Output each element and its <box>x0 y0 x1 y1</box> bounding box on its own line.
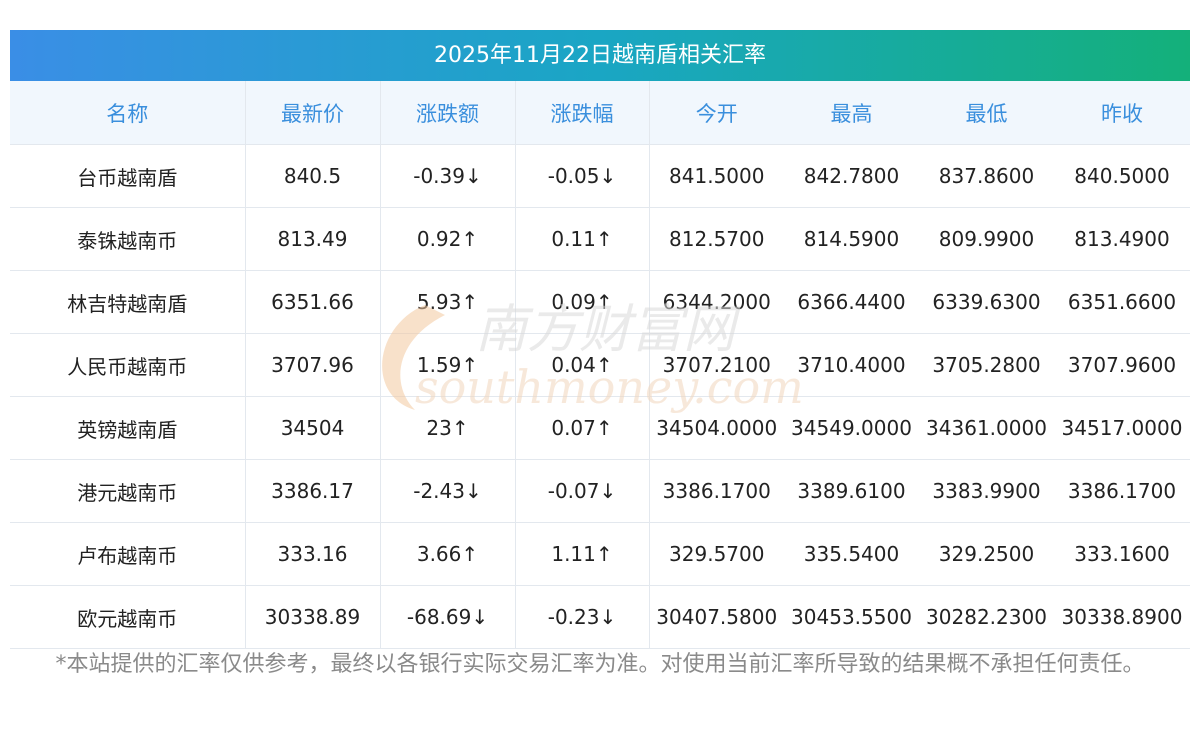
prev-cell: 3386.1700 <box>1054 459 1190 523</box>
prev-cell: 30338.8900 <box>1054 585 1190 649</box>
table-header-row: 名称 最新价 涨跌额 涨跌幅 今开 最高 最低 昨收 <box>10 81 1190 145</box>
header-pct: 涨跌幅 <box>515 81 650 145</box>
name: 人民币越南币 <box>10 333 246 397</box>
table-row: 港元越南币 3386.17 -2.43↓ -0.07↓ 3386.1700 3389.61… <box>10 459 1190 523</box>
open-cell: 30407.5800 <box>649 585 784 649</box>
pct-cell: -0.05↓ <box>515 144 650 208</box>
low-cell: 837.8600 <box>919 144 1054 208</box>
pct-cell: -0.07↓ <box>515 459 650 523</box>
pct-cell: 1.11↑ <box>515 522 650 586</box>
low-cell: 34361.0000 <box>919 396 1054 460</box>
latest-cell: 333.16 <box>245 522 381 586</box>
header-prev: 昨收 <box>1054 81 1190 145</box>
prev-cell: 333.1600 <box>1054 522 1190 586</box>
pct-cell: 0.04↑ <box>515 333 650 397</box>
name: 卢布越南币 <box>10 522 246 586</box>
change-cell: 23↑ <box>380 396 516 460</box>
low-cell: 329.2500 <box>919 522 1054 586</box>
change-cell: -2.43↓ <box>380 459 516 523</box>
low-cell: 3383.9900 <box>919 459 1054 523</box>
header-high: 最高 <box>784 81 919 145</box>
rate-table-card: 2025年11月22日越南盾相关汇率 名称 最新价 涨跌额 涨跌幅 今开 最高 … <box>10 30 1190 649</box>
change-cell: 3.66↑ <box>380 522 516 586</box>
high-cell: 34549.0000 <box>784 396 919 460</box>
change-cell: 0.92↑ <box>380 207 516 271</box>
open-cell: 6344.2000 <box>649 270 784 334</box>
header-name: 名称 <box>10 81 246 145</box>
high-cell: 30453.5500 <box>784 585 919 649</box>
high-cell: 842.7800 <box>784 144 919 208</box>
name: 欧元越南币 <box>10 585 246 649</box>
high-cell: 335.5400 <box>784 522 919 586</box>
exchange-rate-table: 名称 最新价 涨跌额 涨跌幅 今开 最高 最低 昨收 台币越南盾 840.5 -0.… <box>10 81 1190 649</box>
pct-cell: 0.07↑ <box>515 396 650 460</box>
latest-cell: 30338.89 <box>245 585 381 649</box>
prev-cell: 813.4900 <box>1054 207 1190 271</box>
latest-cell: 6351.66 <box>245 270 381 334</box>
table-row: 台币越南盾 840.5 -0.39↓ -0.05↓ 841.5000 842.7800 83… <box>10 144 1190 208</box>
name: 英镑越南盾 <box>10 396 246 460</box>
header-low: 最低 <box>919 81 1054 145</box>
prev-cell: 840.5000 <box>1054 144 1190 208</box>
open-cell: 3707.2100 <box>649 333 784 397</box>
high-cell: 814.5900 <box>784 207 919 271</box>
open-cell: 329.5700 <box>649 522 784 586</box>
prev-cell: 3707.9600 <box>1054 333 1190 397</box>
table-row: 英镑越南盾 34504 23↑ 0.07↑ 34504.0000 34549.0000 34… <box>10 396 1190 460</box>
low-cell: 6339.6300 <box>919 270 1054 334</box>
name: 林吉特越南盾 <box>10 270 246 334</box>
high-cell: 3710.4000 <box>784 333 919 397</box>
name: 台币越南盾 <box>10 144 246 208</box>
table-row: 林吉特越南盾 6351.66 5.93↑ 0.09↑ 6344.2000 6366.440… <box>10 270 1190 334</box>
open-cell: 841.5000 <box>649 144 784 208</box>
table-row: 欧元越南币 30338.89 -68.69↓ -0.23↓ 30407.5800 3045… <box>10 585 1190 649</box>
pct-cell: 0.09↑ <box>515 270 650 334</box>
table-row: 人民币越南币 3707.96 1.59↑ 0.04↑ 3707.2100 3710.400… <box>10 333 1190 397</box>
latest-cell: 813.49 <box>245 207 381 271</box>
prev-cell: 6351.6600 <box>1054 270 1190 334</box>
prev-cell: 34517.0000 <box>1054 396 1190 460</box>
latest-cell: 840.5 <box>245 144 381 208</box>
change-cell: 1.59↑ <box>380 333 516 397</box>
high-cell: 3389.6100 <box>784 459 919 523</box>
open-cell: 812.5700 <box>649 207 784 271</box>
header-open: 今开 <box>649 81 784 145</box>
change-cell: -0.39↓ <box>380 144 516 208</box>
open-cell: 34504.0000 <box>649 396 784 460</box>
pct-cell: -0.23↓ <box>515 585 650 649</box>
latest-cell: 3707.96 <box>245 333 381 397</box>
change-cell: 5.93↑ <box>380 270 516 334</box>
table-title: 2025年11月22日越南盾相关汇率 <box>10 30 1190 81</box>
name: 泰铢越南币 <box>10 207 246 271</box>
disclaimer-text: *本站提供的汇率仅供参考，最终以各银行实际交易汇率为准。对使用当前汇率所导致的结… <box>55 652 1145 677</box>
change-cell: -68.69↓ <box>380 585 516 649</box>
latest-cell: 34504 <box>245 396 381 460</box>
high-cell: 6366.4400 <box>784 270 919 334</box>
header-change: 涨跌额 <box>380 81 516 145</box>
pct-cell: 0.11↑ <box>515 207 650 271</box>
table-row: 泰铢越南币 813.49 0.92↑ 0.11↑ 812.5700 814.5900 809… <box>10 207 1190 271</box>
latest-cell: 3386.17 <box>245 459 381 523</box>
low-cell: 3705.2800 <box>919 333 1054 397</box>
low-cell: 30282.2300 <box>919 585 1054 649</box>
open-cell: 3386.1700 <box>649 459 784 523</box>
header-latest: 最新价 <box>245 81 381 145</box>
low-cell: 809.9900 <box>919 207 1054 271</box>
name: 港元越南币 <box>10 459 246 523</box>
table-row: 卢布越南币 333.16 3.66↑ 1.11↑ 329.5700 335.5400 329… <box>10 522 1190 586</box>
